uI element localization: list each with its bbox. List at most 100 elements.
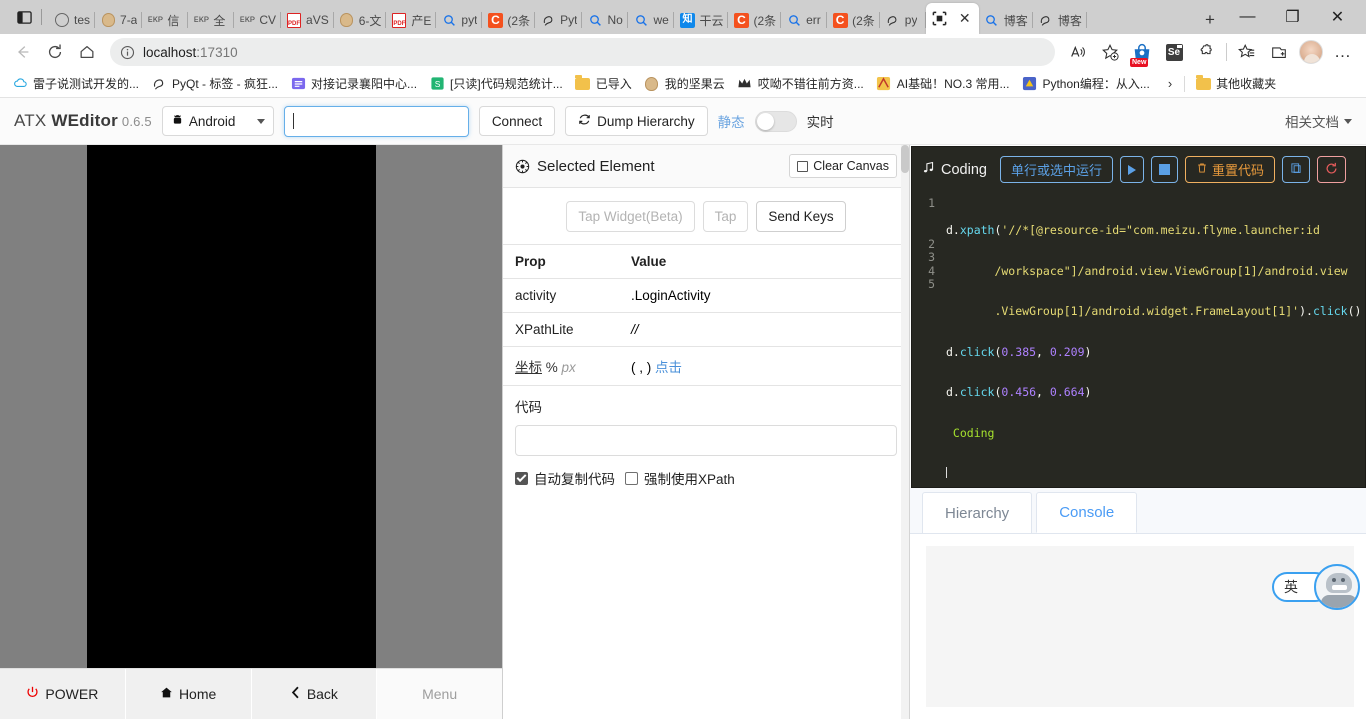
new-tab-button[interactable]: + (1195, 6, 1225, 34)
device-serial-input[interactable] (284, 106, 469, 137)
platform-select[interactable]: Android (162, 106, 274, 136)
bookmark-label: 哎呦不错往前方资... (758, 75, 864, 92)
run-button[interactable] (1120, 156, 1144, 183)
browser-tab[interactable]: ᴇᴋᴘ 信 (142, 6, 188, 34)
bookmark-item[interactable]: PyQt - 标签 - 疯狂... (145, 73, 284, 94)
tab-actions-icon[interactable] (10, 4, 38, 30)
coord-label-main[interactable]: 坐标 (515, 360, 542, 375)
browser-tab[interactable]: PDF aVS (281, 6, 334, 34)
browser-tab[interactable]: C (2条 (482, 6, 535, 34)
stop-button[interactable] (1151, 156, 1178, 183)
collections-icon[interactable] (1264, 37, 1294, 67)
browser-tab[interactable]: 知 干云 (674, 6, 728, 34)
bookmark-item[interactable]: Python编程：从入... (1015, 73, 1155, 94)
back-button[interactable]: Back (252, 669, 378, 719)
browser-tab[interactable]: PDF 产E (386, 6, 436, 34)
extension-bag-icon[interactable]: New (1127, 37, 1157, 67)
inspector-scrollbar[interactable] (901, 145, 909, 719)
docs-link[interactable]: 相关文档 (1285, 111, 1352, 131)
browser-tab[interactable]: tes (49, 6, 95, 34)
maximize-button[interactable]: ❐ (1270, 0, 1315, 34)
bookmark-item[interactable]: 哎呦不错往前方资... (731, 73, 870, 94)
tabstrip-divider (41, 9, 42, 25)
settings-more-icon[interactable]: … (1328, 37, 1358, 67)
home-button[interactable] (72, 37, 102, 67)
avatar[interactable] (1296, 37, 1326, 67)
browser-tab[interactable]: 博客 (1033, 6, 1087, 34)
browser-tab[interactable]: C (2条 (728, 6, 781, 34)
code-line: d.click(0.385, 0.209) (946, 346, 1359, 360)
toggle-static-label[interactable]: 静态 (718, 111, 745, 131)
coord-unit-px[interactable]: px (562, 360, 576, 375)
toggle-live-label[interactable]: 实时 (807, 111, 834, 131)
tab-console[interactable]: Console (1036, 492, 1137, 533)
tap-button[interactable]: Tap (703, 201, 749, 232)
bot-avatar-icon[interactable] (1314, 564, 1360, 610)
browser-tab[interactable]: pyt (436, 6, 482, 34)
power-button[interactable]: POWER (0, 669, 126, 719)
reload-button[interactable] (40, 37, 70, 67)
run-selection-button[interactable]: 单行或选中运行 (1000, 156, 1113, 183)
code-input[interactable] (515, 425, 897, 456)
tab-hierarchy[interactable]: Hierarchy (922, 492, 1032, 533)
read-aloud-icon[interactable] (1063, 37, 1093, 67)
tab-label: 产E (411, 12, 431, 29)
browser-tab[interactable]: ᴇᴋᴘ CV (234, 6, 281, 34)
browser-tab[interactable]: Pyt (535, 6, 582, 34)
code-line: d.click(0.456, 0.664) (946, 386, 1359, 400)
back-button[interactable] (8, 37, 38, 67)
close-icon[interactable]: ✕ (957, 11, 973, 27)
selenium-extension-icon[interactable]: Se (1159, 37, 1189, 67)
bookmark-item[interactable]: AI基础！NO.3 常用... (870, 73, 1016, 94)
send-keys-button[interactable]: Send Keys (756, 201, 845, 232)
close-button[interactable]: ✕ (1315, 0, 1360, 34)
browser-tab[interactable]: No (582, 6, 628, 34)
device-screen-canvas[interactable] (87, 145, 376, 668)
browser-tab[interactable]: we (628, 6, 674, 34)
auto-copy-checkbox[interactable] (515, 472, 528, 485)
address-bar[interactable]: localhost:17310 (110, 38, 1055, 66)
csdn-icon: C (487, 12, 503, 28)
browser-tab[interactable]: py (880, 6, 926, 34)
extensions-puzzle-icon[interactable] (1191, 37, 1221, 67)
browser-tab[interactable]: 博客 (979, 6, 1033, 34)
add-favorite-icon[interactable] (1095, 37, 1125, 67)
browser-tab[interactable]: 7-a (95, 6, 142, 34)
bookmark-item[interactable]: 已导入 (569, 73, 638, 94)
dump-hierarchy-button[interactable]: Dump Hierarchy (565, 106, 708, 136)
favorites-icon[interactable] (1232, 37, 1262, 67)
menu-button[interactable]: Menu (377, 669, 502, 719)
code-editor[interactable]: 1 2 3 4 5 d.xpath('//*[@resource-id="com… (912, 192, 1365, 487)
tab-label: 信 (167, 12, 179, 29)
coord-unit-percent[interactable]: % (546, 360, 558, 375)
prop-value: // (619, 313, 909, 347)
bookmark-item[interactable]: S [只读]代码规范统计... (423, 73, 569, 94)
site-info-icon[interactable] (120, 45, 135, 60)
browser-tab[interactable]: err (781, 6, 827, 34)
other-bookmarks-folder[interactable]: 其他收藏夹 (1189, 73, 1282, 94)
home-button[interactable]: Home (126, 669, 252, 719)
reset-code-button[interactable]: 重置代码 (1185, 156, 1275, 183)
coord-click-link[interactable]: 点击 (655, 360, 682, 375)
bookmarks-overflow-icon[interactable]: › (1160, 76, 1180, 91)
tap-widget-button[interactable]: Tap Widget(Beta) (566, 201, 694, 232)
bookmark-label: 我的坚果云 (665, 75, 725, 92)
bookmark-item[interactable]: 对接记录襄阳中心... (284, 73, 423, 94)
bookmark-item[interactable]: 雷子说测试开发的... (6, 73, 145, 94)
browser-tab-active[interactable]: ✕ (926, 3, 979, 34)
browser-tab[interactable]: ᴇᴋᴘ 全 (188, 6, 234, 34)
browser-tab[interactable]: 6-文 (334, 6, 387, 34)
refresh-icon (1325, 162, 1338, 178)
refresh-code-button[interactable] (1317, 156, 1346, 183)
force-xpath-checkbox[interactable] (625, 472, 638, 485)
platform-select-value: Android (189, 114, 236, 129)
editor-text[interactable]: d.xpath('//*[@resource-id="com.meizu.fly… (940, 192, 1365, 487)
clear-canvas-button[interactable]: Clear Canvas (789, 154, 897, 178)
connect-button[interactable]: Connect (479, 106, 555, 136)
copy-button[interactable] (1282, 156, 1310, 183)
bookmark-item[interactable]: 我的坚果云 (638, 73, 731, 94)
minimize-button[interactable]: — (1225, 0, 1270, 34)
browser-tab[interactable]: C (2条 (827, 6, 880, 34)
live-mode-toggle[interactable] (755, 111, 797, 132)
bookmark-label: 对接记录襄阳中心... (311, 75, 417, 92)
